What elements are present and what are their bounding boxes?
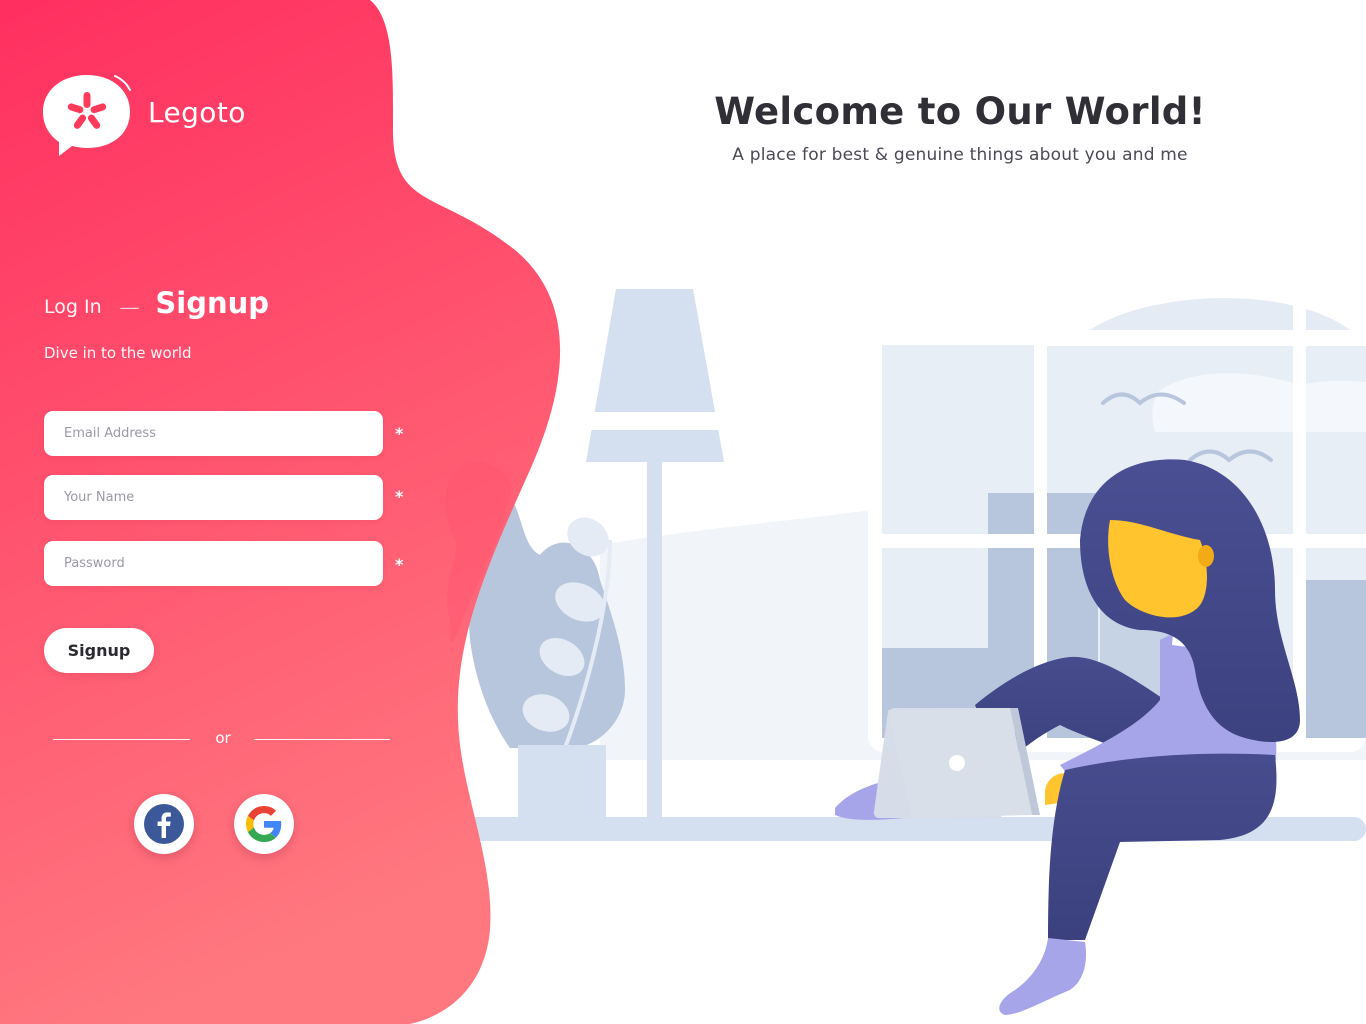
brand-name: Legoto bbox=[148, 95, 246, 129]
email-field[interactable] bbox=[44, 411, 383, 456]
name-field[interactable] bbox=[44, 475, 383, 520]
divider-or-text: or bbox=[215, 729, 231, 747]
tab-login[interactable]: Log In bbox=[44, 296, 102, 318]
brand: Legoto bbox=[42, 72, 246, 158]
password-field-wrapper bbox=[44, 541, 383, 586]
signup-button[interactable]: Signup bbox=[44, 628, 154, 673]
google-icon bbox=[246, 806, 282, 842]
required-marker: * bbox=[395, 424, 404, 443]
divider-line-left bbox=[53, 739, 190, 740]
divider-line-right bbox=[254, 739, 390, 740]
hero: Welcome to Our World! A place for best &… bbox=[560, 90, 1360, 165]
speech-bubble-asterisk-icon bbox=[43, 75, 131, 156]
tagline: Dive in to the world bbox=[44, 344, 192, 362]
tab-signup[interactable]: Signup bbox=[155, 286, 269, 320]
required-marker: * bbox=[395, 555, 404, 574]
facebook-login-button[interactable] bbox=[134, 794, 194, 854]
facebook-icon bbox=[144, 804, 184, 844]
hero-subtitle: A place for best & genuine things about … bbox=[732, 145, 1188, 165]
auth-tabs: Log In —- Signup bbox=[44, 286, 269, 320]
name-field-wrapper bbox=[44, 475, 383, 520]
sky-dome bbox=[1090, 298, 1350, 330]
hero-title: Welcome to Our World! bbox=[714, 90, 1206, 133]
required-marker: * bbox=[395, 487, 404, 506]
password-field[interactable] bbox=[44, 541, 383, 586]
tab-separator: —- bbox=[119, 298, 140, 317]
google-login-button[interactable] bbox=[234, 794, 294, 854]
email-field-wrapper bbox=[44, 411, 383, 456]
